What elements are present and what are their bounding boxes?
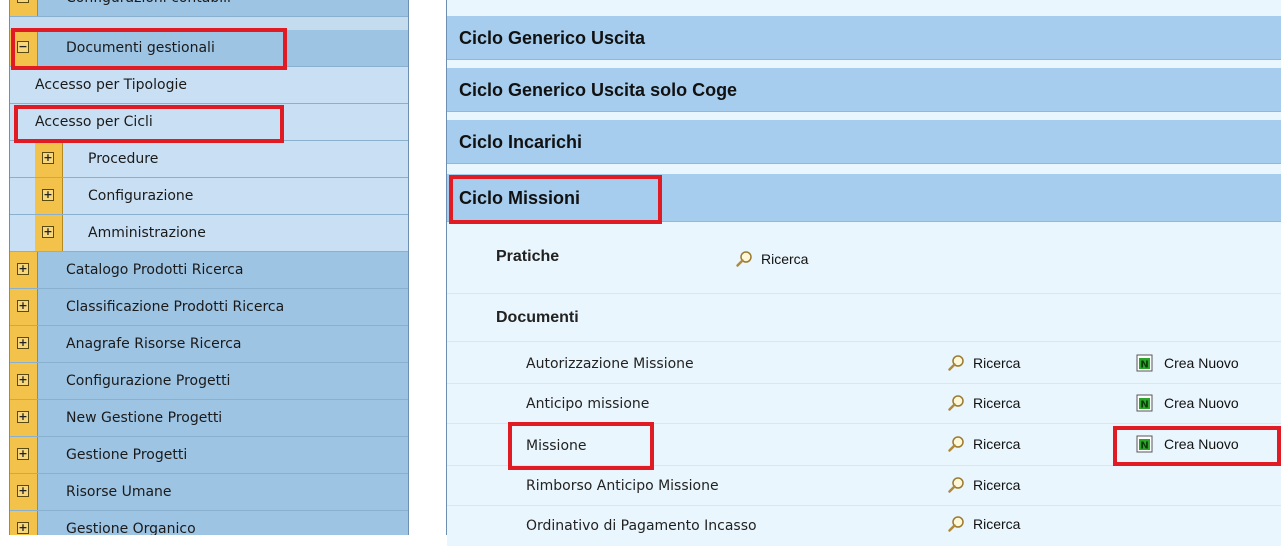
cycle-generico-uscita[interactable]: Ciclo Generico Uscita — [447, 16, 1281, 60]
highlight-accesso-per-cicli — [14, 105, 284, 143]
cycle-generico-uscita-solo-coge[interactable]: Ciclo Generico Uscita solo Coge — [447, 68, 1281, 112]
sidebar-item-label: New Gestione Progetti — [66, 410, 223, 426]
plus-icon[interactable]: + — [17, 0, 29, 3]
new-document-icon: N — [1134, 354, 1156, 372]
highlight-crea-nuovo — [1113, 426, 1281, 466]
search-link[interactable]: Ricerca — [947, 515, 1020, 533]
plus-icon[interactable]: + — [42, 189, 54, 201]
plus-icon[interactable]: + — [17, 263, 29, 275]
sidebar-item-amministrazione[interactable]: + Amministrazione — [10, 215, 408, 252]
search-link[interactable]: Ricerca — [947, 435, 1020, 453]
plus-icon[interactable]: + — [17, 411, 29, 423]
sidebar-item-label: Anagrafe Risorse Ricerca — [66, 336, 242, 352]
sidebar-item-label: Gestione Organico — [66, 521, 196, 535]
plus-icon[interactable]: + — [17, 337, 29, 349]
plus-icon[interactable]: + — [42, 226, 54, 238]
sidebar-item-configurazione-progetti[interactable]: + Configurazione Progetti — [10, 363, 408, 400]
svg-text:N: N — [1140, 400, 1148, 411]
create-new-link[interactable]: N Crea Nuovo — [1134, 394, 1239, 412]
sidebar-item-gestione-organico[interactable]: + Gestione Organico — [10, 511, 408, 535]
plus-icon[interactable]: + — [17, 522, 29, 534]
doc-label: Anticipo missione — [526, 396, 650, 412]
magnifier-icon — [947, 394, 967, 412]
cycle-incarichi[interactable]: Ciclo Incarichi — [447, 120, 1281, 164]
new-document-icon: N — [1134, 394, 1156, 412]
sidebar-item-configurazione[interactable]: + Configurazione — [10, 178, 408, 215]
magnifier-icon — [947, 515, 967, 533]
sidebar-item-accesso-per-tipologie[interactable]: Accesso per Tipologie — [10, 67, 408, 104]
sidebar-item-label: Procedure — [88, 151, 159, 167]
pratiche-row: Pratiche Ricerca — [447, 222, 1281, 294]
pratiche-search-link[interactable]: Ricerca — [735, 250, 808, 268]
plus-icon[interactable]: + — [17, 300, 29, 312]
magnifier-icon — [947, 435, 967, 453]
doc-label: Rimborso Anticipo Missione — [526, 478, 719, 494]
sidebar-item-configurazioni-contabili[interactable]: + Configurazioni contabili — [10, 0, 408, 17]
sidebar-item-procedure[interactable]: + Procedure — [10, 141, 408, 178]
sidebar-item-classificazione-prodotti-ricerca[interactable]: + Classificazione Prodotti Ricerca — [10, 289, 408, 326]
plus-icon[interactable]: + — [17, 374, 29, 386]
highlight-missione — [508, 422, 654, 470]
sidebar-menu: + Configurazioni contabili − Documenti g… — [9, 0, 409, 535]
pratiche-label: Pratiche — [496, 248, 560, 265]
search-link[interactable]: Ricerca — [947, 476, 1020, 494]
sidebar-item-label: Catalogo Prodotti Ricerca — [66, 262, 244, 278]
sidebar-item-label: Accesso per Tipologie — [35, 77, 187, 93]
sidebar-item-label: Amministrazione — [88, 225, 206, 241]
svg-text:N: N — [1140, 360, 1148, 371]
doc-row-autorizzazione-missione: Autorizzazione Missione Ricerca N Crea N… — [447, 344, 1281, 384]
sidebar-item-risorse-umane[interactable]: + Risorse Umane — [10, 474, 408, 511]
sidebar-item-anagrafe-risorse-ricerca[interactable]: + Anagrafe Risorse Ricerca — [10, 326, 408, 363]
magnifier-icon — [947, 354, 967, 372]
documenti-label: Documenti — [496, 309, 579, 326]
sidebar-item-gestione-progetti[interactable]: + Gestione Progetti — [10, 437, 408, 474]
sidebar-item-label: Gestione Progetti — [66, 447, 188, 463]
plus-icon[interactable]: + — [17, 485, 29, 497]
sidebar-item-label: Configurazione — [88, 188, 194, 204]
sidebar-item-new-gestione-progetti[interactable]: + New Gestione Progetti — [10, 400, 408, 437]
sidebar-item-label: Configurazione Progetti — [66, 373, 231, 389]
doc-label: Ordinativo di Pagamento Incasso — [526, 518, 757, 534]
sidebar-item-label: Configurazioni contabili — [66, 0, 231, 17]
doc-label: Autorizzazione Missione — [526, 356, 694, 372]
sidebar-item-catalogo-prodotti-ricerca[interactable]: + Catalogo Prodotti Ricerca — [10, 252, 408, 289]
plus-icon[interactable]: + — [17, 448, 29, 460]
create-new-link[interactable]: N Crea Nuovo — [1134, 354, 1239, 372]
doc-row-ordinativo-pagamento-incasso: Ordinativo di Pagamento Incasso Ricerca — [447, 506, 1281, 546]
sidebar-item-label: Classificazione Prodotti Ricerca — [66, 299, 285, 315]
highlight-documenti-gestionali — [11, 28, 287, 70]
documenti-row: Documenti — [447, 294, 1281, 342]
highlight-ciclo-missioni — [449, 175, 662, 224]
search-link[interactable]: Ricerca — [947, 354, 1020, 372]
search-link[interactable]: Ricerca — [947, 394, 1020, 412]
magnifier-icon — [947, 476, 967, 494]
magnifier-icon — [735, 250, 755, 268]
doc-row-anticipo-missione: Anticipo missione Ricerca N Crea Nuovo — [447, 384, 1281, 424]
sidebar-item-label: Risorse Umane — [66, 484, 172, 500]
doc-row-rimborso-anticipo-missione: Rimborso Anticipo Missione Ricerca — [447, 466, 1281, 506]
plus-icon[interactable]: + — [42, 152, 54, 164]
